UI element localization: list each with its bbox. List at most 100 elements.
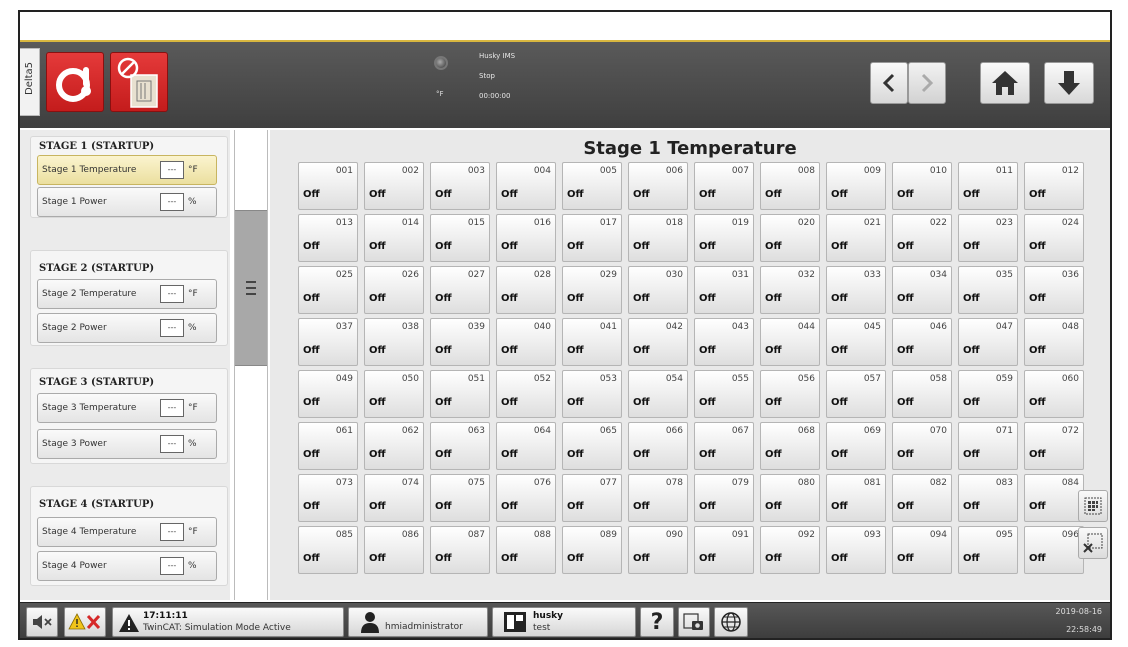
zone-button-089[interactable]: 089 Off: [562, 526, 622, 574]
zone-button-009[interactable]: 009 Off: [826, 162, 886, 210]
stage-3-power-row[interactable]: Stage 3 Power --- %: [37, 429, 217, 459]
zone-button-066[interactable]: 066 Off: [628, 422, 688, 470]
zone-button-044[interactable]: 044 Off: [760, 318, 820, 366]
zone-button-027[interactable]: 027 Off: [430, 266, 490, 314]
zone-button-056[interactable]: 056 Off: [760, 370, 820, 418]
stage-4-power-row[interactable]: Stage 4 Power --- %: [37, 551, 217, 581]
zone-button-012[interactable]: 012 Off: [1024, 162, 1084, 210]
zone-button-067[interactable]: 067 Off: [694, 422, 754, 470]
zone-button-042[interactable]: 042 Off: [628, 318, 688, 366]
zone-button-087[interactable]: 087 Off: [430, 526, 490, 574]
machine-button[interactable]: husky test: [492, 607, 636, 637]
zone-button-092[interactable]: 092 Off: [760, 526, 820, 574]
zone-button-037[interactable]: 037 Off: [298, 318, 358, 366]
panel-scrollbar[interactable]: [234, 130, 268, 600]
stage-1-temperature-row[interactable]: Stage 1 Temperature --- °F: [37, 155, 217, 185]
stage-2-power-row[interactable]: Stage 2 Power --- %: [37, 313, 217, 343]
help-button[interactable]: ?: [640, 607, 674, 637]
zone-button-019[interactable]: 019 Off: [694, 214, 754, 262]
zone-button-064[interactable]: 064 Off: [496, 422, 556, 470]
zone-button-005[interactable]: 005 Off: [562, 162, 622, 210]
zone-button-025[interactable]: 025 Off: [298, 266, 358, 314]
zone-button-048[interactable]: 048 Off: [1024, 318, 1084, 366]
zone-button-086[interactable]: 086 Off: [364, 526, 424, 574]
zone-button-073[interactable]: 073 Off: [298, 474, 358, 522]
zone-button-028[interactable]: 028 Off: [496, 266, 556, 314]
zone-button-074[interactable]: 074 Off: [364, 474, 424, 522]
zone-button-088[interactable]: 088 Off: [496, 526, 556, 574]
zone-button-008[interactable]: 008 Off: [760, 162, 820, 210]
zone-button-094[interactable]: 094 Off: [892, 526, 952, 574]
zone-button-040[interactable]: 040 Off: [496, 318, 556, 366]
zone-button-047[interactable]: 047 Off: [958, 318, 1018, 366]
zone-button-061[interactable]: 061 Off: [298, 422, 358, 470]
zone-button-004[interactable]: 004 Off: [496, 162, 556, 210]
zone-button-043[interactable]: 043 Off: [694, 318, 754, 366]
zone-button-063[interactable]: 063 Off: [430, 422, 490, 470]
home-button[interactable]: [980, 62, 1030, 104]
zone-button-020[interactable]: 020 Off: [760, 214, 820, 262]
zone-button-016[interactable]: 016 Off: [496, 214, 556, 262]
zone-button-050[interactable]: 050 Off: [364, 370, 424, 418]
zone-button-018[interactable]: 018 Off: [628, 214, 688, 262]
stage-3-temperature-row[interactable]: Stage 3 Temperature --- °F: [37, 393, 217, 423]
zone-button-071[interactable]: 071 Off: [958, 422, 1018, 470]
zone-button-058[interactable]: 058 Off: [892, 370, 952, 418]
zone-button-077[interactable]: 077 Off: [562, 474, 622, 522]
stage-2-temperature-row[interactable]: Stage 2 Temperature --- °F: [37, 279, 217, 309]
mute-button[interactable]: [26, 607, 58, 637]
zone-button-060[interactable]: 060 Off: [1024, 370, 1084, 418]
alarm-button[interactable]: [46, 52, 104, 112]
zone-button-024[interactable]: 024 Off: [1024, 214, 1084, 262]
screenshot-button[interactable]: [678, 607, 710, 637]
zone-button-085[interactable]: 085 Off: [298, 526, 358, 574]
zone-button-055[interactable]: 055 Off: [694, 370, 754, 418]
zone-button-038[interactable]: 038 Off: [364, 318, 424, 366]
zone-button-033[interactable]: 033 Off: [826, 266, 886, 314]
zone-button-011[interactable]: 011 Off: [958, 162, 1018, 210]
down-button[interactable]: [1044, 62, 1094, 104]
zone-button-053[interactable]: 053 Off: [562, 370, 622, 418]
zone-button-034[interactable]: 034 Off: [892, 266, 952, 314]
zone-button-052[interactable]: 052 Off: [496, 370, 556, 418]
zone-button-032[interactable]: 032 Off: [760, 266, 820, 314]
zone-button-090[interactable]: 090 Off: [628, 526, 688, 574]
zone-button-083[interactable]: 083 Off: [958, 474, 1018, 522]
zone-button-079[interactable]: 079 Off: [694, 474, 754, 522]
zone-button-072[interactable]: 072 Off: [1024, 422, 1084, 470]
heater-disable-button[interactable]: [110, 52, 168, 112]
zone-button-075[interactable]: 075 Off: [430, 474, 490, 522]
zone-button-021[interactable]: 021 Off: [826, 214, 886, 262]
scroll-thumb[interactable]: [235, 210, 267, 366]
zone-button-091[interactable]: 091 Off: [694, 526, 754, 574]
zone-button-081[interactable]: 081 Off: [826, 474, 886, 522]
language-button[interactable]: [714, 607, 748, 637]
zone-button-022[interactable]: 022 Off: [892, 214, 952, 262]
zone-button-030[interactable]: 030 Off: [628, 266, 688, 314]
zone-button-001[interactable]: 001 Off: [298, 162, 358, 210]
select-all-button[interactable]: [1078, 490, 1108, 522]
user-button[interactable]: hmiadministrator: [348, 607, 488, 637]
zone-button-059[interactable]: 059 Off: [958, 370, 1018, 418]
stage-4-temperature-row[interactable]: Stage 4 Temperature --- °F: [37, 517, 217, 547]
zone-button-006[interactable]: 006 Off: [628, 162, 688, 210]
zone-button-096[interactable]: 096 Off: [1024, 526, 1084, 574]
zone-button-036[interactable]: 036 Off: [1024, 266, 1084, 314]
zone-button-054[interactable]: 054 Off: [628, 370, 688, 418]
zone-button-002[interactable]: 002 Off: [364, 162, 424, 210]
zone-button-062[interactable]: 062 Off: [364, 422, 424, 470]
zone-button-031[interactable]: 031 Off: [694, 266, 754, 314]
zone-button-007[interactable]: 007 Off: [694, 162, 754, 210]
stage-1-power-row[interactable]: Stage 1 Power --- %: [37, 187, 217, 217]
acknowledge-alarms-button[interactable]: [64, 607, 106, 637]
zone-button-057[interactable]: 057 Off: [826, 370, 886, 418]
zone-button-095[interactable]: 095 Off: [958, 526, 1018, 574]
side-tab[interactable]: Delta5: [20, 48, 40, 116]
zone-button-015[interactable]: 015 Off: [430, 214, 490, 262]
back-button[interactable]: [870, 62, 908, 104]
zone-button-093[interactable]: 093 Off: [826, 526, 886, 574]
clear-selection-button[interactable]: [1078, 527, 1108, 559]
zone-button-080[interactable]: 080 Off: [760, 474, 820, 522]
zone-button-035[interactable]: 035 Off: [958, 266, 1018, 314]
zone-button-039[interactable]: 039 Off: [430, 318, 490, 366]
